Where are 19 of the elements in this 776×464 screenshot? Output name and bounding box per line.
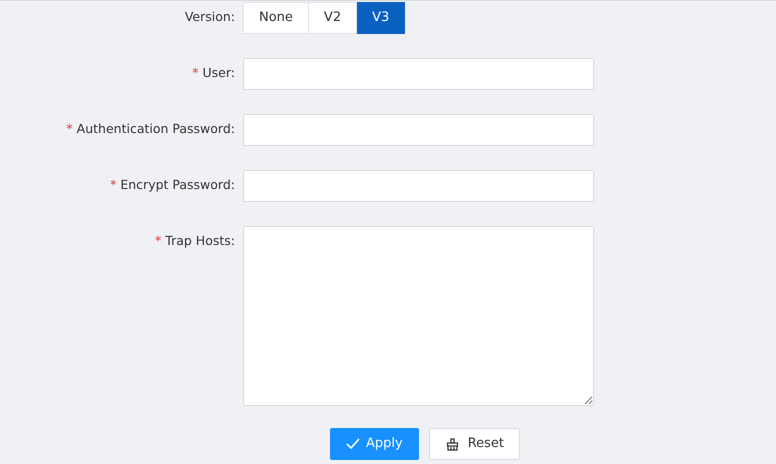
reset-button[interactable]: Reset <box>428 428 520 460</box>
input-field[interactable] <box>243 170 594 202</box>
version-option[interactable]: V2 <box>308 2 358 34</box>
field-label: Encrypt Password: <box>120 177 235 192</box>
trap-hosts-field[interactable] <box>243 226 594 406</box>
required-mark: * <box>192 65 199 80</box>
field-label: User: <box>202 65 235 80</box>
required-mark: * <box>66 121 73 136</box>
version-option[interactable]: None <box>243 2 309 34</box>
required-mark: * <box>155 233 162 248</box>
broom-icon <box>446 438 459 450</box>
field-label: Trap Hosts: <box>165 233 235 248</box>
field-label: Version: <box>184 8 236 26</box>
field-label: Authentication Password: <box>76 121 235 136</box>
check-icon <box>346 438 360 450</box>
input-field[interactable] <box>243 58 594 90</box>
input-field[interactable] <box>243 114 594 146</box>
version-option[interactable]: V3 <box>357 2 406 34</box>
required-mark: * <box>110 177 116 192</box>
